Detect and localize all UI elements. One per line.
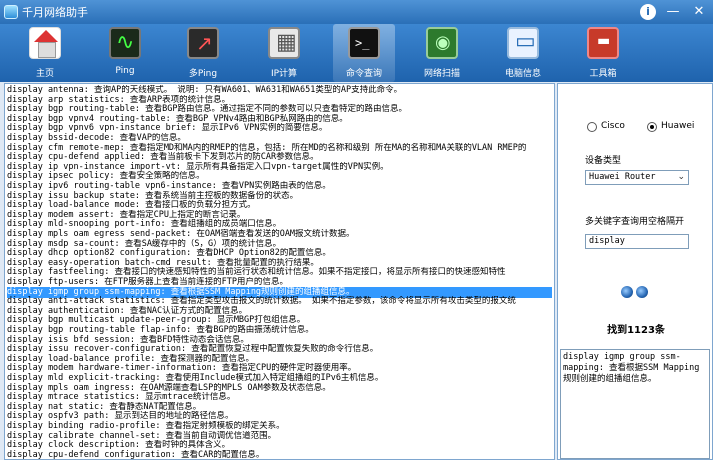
binoculars-icon[interactable] <box>621 282 649 300</box>
main-toolbar: 主页 Ping 多Ping IP计算 命令查询 网络扫描 电脑信息 工具箱 <box>0 24 713 82</box>
window-title: 千月网络助手 <box>22 6 88 19</box>
toolbar-item-label: 网络扫描 <box>423 69 460 79</box>
toolbar-item-toolbox[interactable]: 工具箱 <box>572 24 634 82</box>
ping-icon <box>109 27 141 59</box>
keyword-value: display <box>589 236 625 246</box>
toolbar-item-label: 命令查询 <box>345 69 382 79</box>
toolbar-item-label: IP计算 <box>270 69 298 79</box>
toolbar-item-label: Ping <box>115 66 135 76</box>
radio-huawei[interactable] <box>647 122 657 132</box>
radio-cisco[interactable] <box>587 122 597 132</box>
minimize-button[interactable]: — <box>662 3 684 20</box>
device-type-select[interactable]: Huawei Router ⌄ <box>585 170 689 185</box>
command-detail: display igmp group ssm-mapping: 查看根据SSM … <box>560 349 710 459</box>
result-count: 找到1123条 <box>607 325 665 336</box>
title-bar: 千月网络助手 i — ✕ <box>0 0 713 24</box>
toolbar-item-label: 工具箱 <box>589 69 617 79</box>
toolbar-item-ping[interactable]: Ping <box>94 24 156 82</box>
filter-panel: Cisco Huawei 设备类型 Huawei Router ⌄ 多关键字查询… <box>557 83 713 460</box>
info-icon[interactable]: i <box>640 4 656 20</box>
list-item[interactable]: display cpu-defend configuration: 查看CAR的… <box>7 450 552 459</box>
toolbox-icon <box>587 27 619 59</box>
toolbar-item-label: 主页 <box>35 69 54 79</box>
radio-huawei-label: Huawei <box>661 121 695 131</box>
toolbar-item-computer[interactable]: 电脑信息 <box>492 24 554 82</box>
toolbar-item-label: 多Ping <box>188 69 218 79</box>
toolbar-item-multi-ping[interactable]: 多Ping <box>172 24 234 82</box>
toolbar-item-terminal[interactable]: 命令查询 <box>333 24 395 82</box>
home-icon <box>29 27 61 59</box>
toolbar-item-home[interactable]: 主页 <box>14 24 76 82</box>
toolbar-item-scan[interactable]: 网络扫描 <box>411 24 473 82</box>
keyword-input[interactable]: display <box>585 234 689 249</box>
close-button[interactable]: ✕ <box>688 3 710 20</box>
command-list[interactable]: display antenna: 查询AP的天线模式。 说明: 只有WA601、… <box>4 83 555 460</box>
app-icon <box>4 5 18 19</box>
calculator-icon <box>268 27 300 59</box>
device-type-label: 设备类型 <box>585 156 622 166</box>
toolbar-item-calculator[interactable]: IP计算 <box>253 24 315 82</box>
app-window: 千月网络助手 i — ✕ 主页 Ping 多Ping IP计算 命令查询 网络扫描 电脑信息… <box>0 0 713 460</box>
computer-icon <box>507 27 539 59</box>
terminal-icon <box>348 27 380 59</box>
toolbar-item-label: 电脑信息 <box>504 69 541 79</box>
keyword-label: 多关键字查询用空格隔开 <box>585 217 685 227</box>
device-type-value: Huawei Router <box>589 172 656 182</box>
scan-icon <box>426 27 458 59</box>
radio-cisco-label: Cisco <box>601 121 625 131</box>
multi-ping-icon <box>187 27 219 59</box>
chevron-down-icon: ⌄ <box>677 172 685 182</box>
